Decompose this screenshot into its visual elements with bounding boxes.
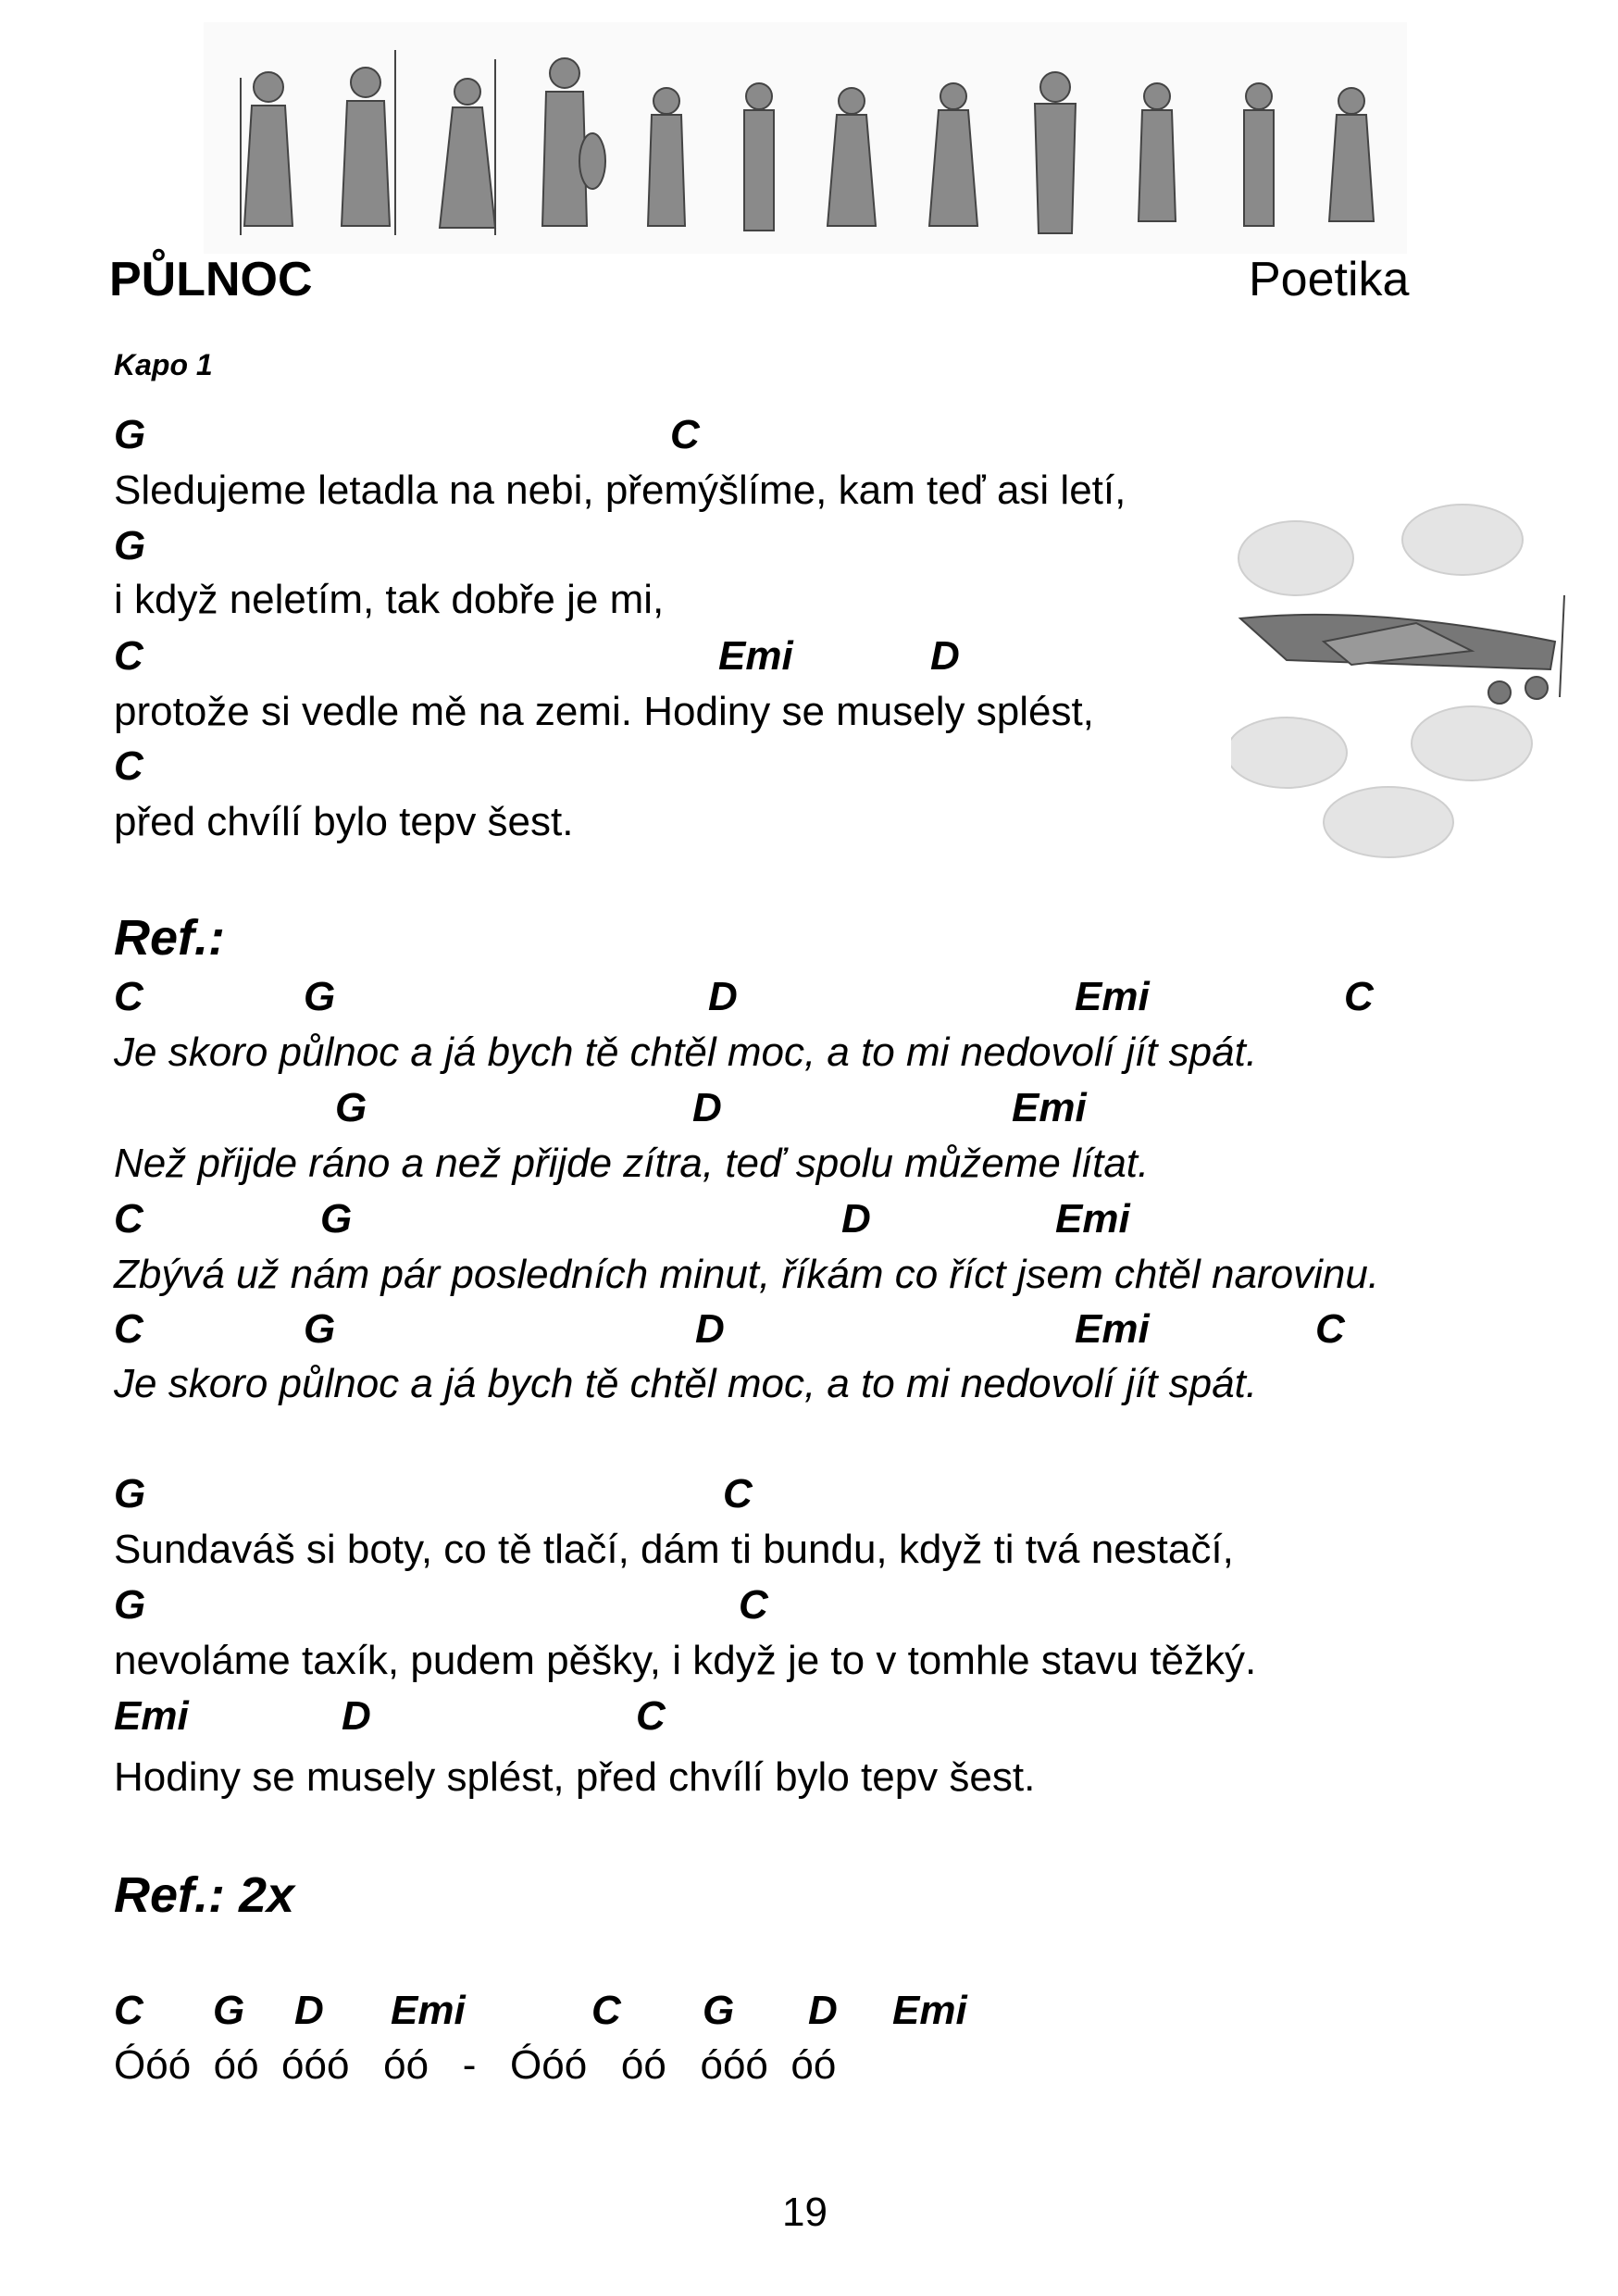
chord: D xyxy=(294,1988,324,2033)
chord: D xyxy=(808,1988,838,2033)
chord: G xyxy=(213,1988,245,2033)
chorus-label: Ref.: xyxy=(114,910,225,966)
lyric-line: před chvílí bylo tepv šest. xyxy=(114,799,574,844)
chord: G xyxy=(304,974,336,1019)
chord: G xyxy=(114,412,146,457)
chord: C xyxy=(723,1471,753,1516)
chord: D xyxy=(695,1306,725,1352)
chord: D xyxy=(930,633,960,679)
chord: C xyxy=(1344,974,1374,1019)
chord: D xyxy=(692,1085,722,1130)
chord: G xyxy=(114,1471,146,1516)
chord: C xyxy=(670,412,700,457)
chord: G xyxy=(114,523,146,568)
chord: C xyxy=(114,974,143,1019)
chord: Emi xyxy=(892,1988,967,2033)
capo-note: Kapo 1 xyxy=(114,348,213,381)
lyric-line: Je skoro půlnoc a já bych tě chtěl moc, … xyxy=(114,1361,1258,1406)
chord: Emi xyxy=(1055,1196,1130,1242)
lyric-line: Zbývá už nám pár posledních minut, říkám… xyxy=(114,1252,1380,1297)
chord: C xyxy=(114,743,143,789)
chord: Emi xyxy=(391,1988,466,2033)
chord: C xyxy=(739,1582,768,1628)
chord: Emi xyxy=(1075,1306,1150,1352)
chord: Emi xyxy=(1075,974,1150,1019)
chord: C xyxy=(114,633,143,679)
greek-gods-illustration xyxy=(204,22,1407,254)
chord: C xyxy=(114,1306,143,1352)
lyric-line: protože si vedle mě na zemi. Hodiny se m… xyxy=(114,689,1094,734)
chord: Emi xyxy=(718,633,793,679)
chord: C xyxy=(636,1693,666,1739)
chord: Emi xyxy=(1012,1085,1087,1130)
lyric-line: Óóó óó óóó óó - Óóó óó óóó óó xyxy=(114,2042,837,2088)
chord: Emi xyxy=(114,1693,189,1739)
chord: G xyxy=(320,1196,353,1242)
chord: D xyxy=(841,1196,871,1242)
chorus-repeat-label: Ref.: 2x xyxy=(114,1867,295,1923)
airplane-with-clouds-illustration xyxy=(1231,504,1565,858)
page-number: 19 xyxy=(782,2190,828,2235)
lyric-line: Než přijde ráno a než přijde zítra, teď … xyxy=(114,1141,1150,1186)
lyric-line: nevoláme taxík, pudem pěšky, i když je t… xyxy=(114,1638,1257,1683)
chord: G xyxy=(304,1306,336,1352)
lyric-line: Hodiny se musely splést, před chvílí byl… xyxy=(114,1754,1036,1800)
chord: G xyxy=(335,1085,367,1130)
lyric-line: Sundaváš si boty, co tě tlačí, dám ti bu… xyxy=(114,1527,1234,1572)
chord: G xyxy=(703,1988,735,2033)
chord: C xyxy=(114,1988,143,2033)
lyric-line: Je skoro půlnoc a já bych tě chtěl moc, … xyxy=(114,1029,1258,1075)
song-title: PŮLNOC xyxy=(109,253,313,306)
chord: D xyxy=(342,1693,371,1739)
chord: C xyxy=(114,1196,143,1242)
chord: D xyxy=(708,974,738,1019)
song-author: Poetika xyxy=(1249,253,1410,306)
chord: C xyxy=(1315,1306,1345,1352)
chord: G xyxy=(114,1582,146,1628)
lyric-line: i když neletím, tak dobře je mi, xyxy=(114,577,665,622)
lyric-line: Sledujeme letadla na nebi, přemýšlíme, k… xyxy=(114,468,1126,513)
chord: C xyxy=(591,1988,621,2033)
